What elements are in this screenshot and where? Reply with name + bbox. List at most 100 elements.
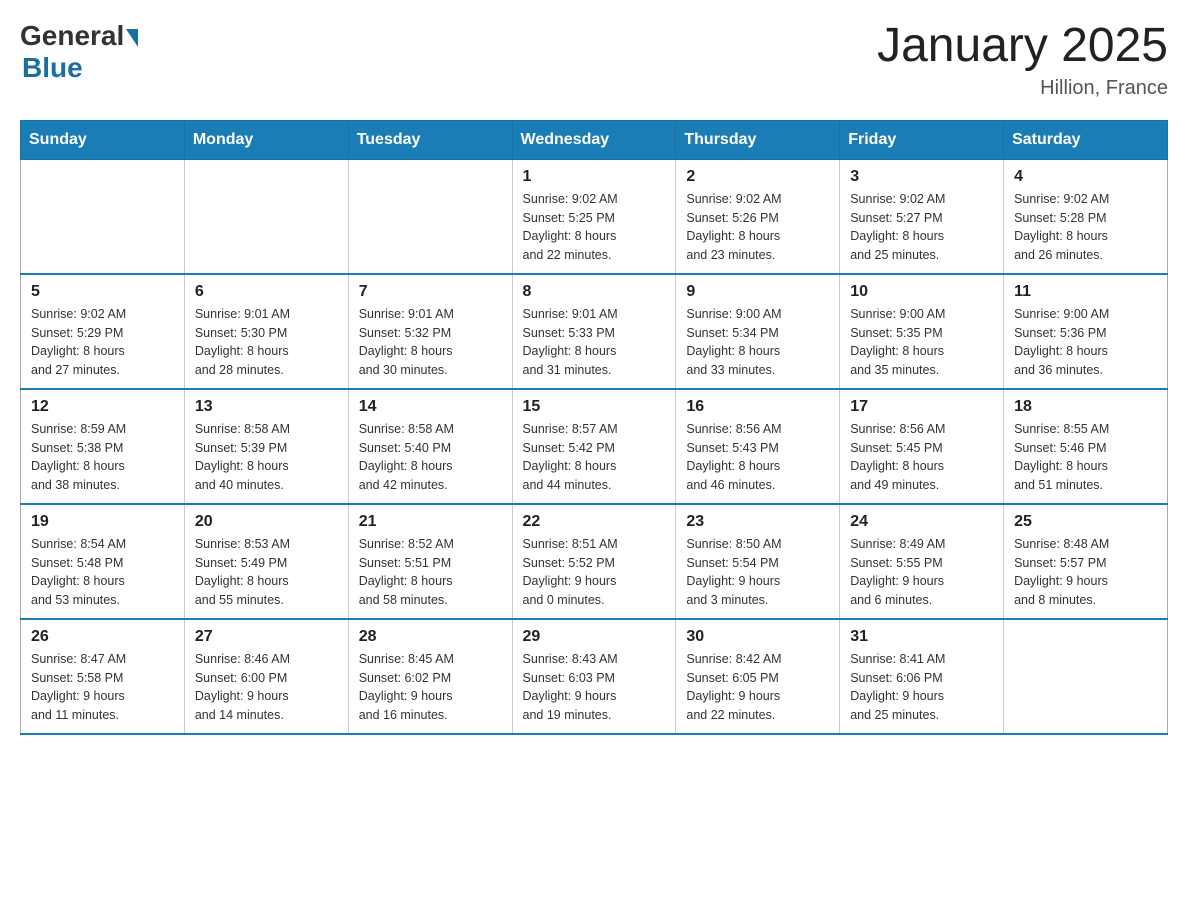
- calendar-cell: 22 Sunrise: 8:51 AMSunset: 5:52 PMDayligh…: [512, 504, 676, 619]
- calendar-cell: 28 Sunrise: 8:45 AMSunset: 6:02 PMDayligh…: [348, 619, 512, 734]
- day-number: 28: [359, 628, 502, 646]
- calendar-cell: [21, 159, 185, 274]
- header-tuesday: Tuesday: [348, 120, 512, 159]
- calendar-cell: 7Sunrise: 9:01 AMSunset: 5:32 PMDaylight…: [348, 274, 512, 389]
- day-number: 21: [359, 513, 502, 531]
- day-number: 15: [523, 398, 666, 416]
- calendar-week-row: 26Sunrise: 8:47 AMSunset: 5:58 PMDayligh…: [21, 619, 1168, 734]
- calendar-cell: 26Sunrise: 8:47 AMSunset: 5:58 PMDayligh…: [21, 619, 185, 734]
- day-info: Sunrise: 8:51 AMSunset: 5:52 PMDaylight:…: [523, 535, 666, 610]
- day-number: 6: [195, 283, 338, 301]
- calendar-cell: 27Sunrise: 8:46 AMSunset: 6:00 PMDayligh…: [184, 619, 348, 734]
- calendar-cell: 24 Sunrise: 8:49 AMSunset: 5:55 PMDayligh…: [840, 504, 1004, 619]
- calendar-cell: 3 Sunrise: 9:02 AMSunset: 5:27 PMDaylight…: [840, 159, 1004, 274]
- day-info: Sunrise: 8:52 AMSunset: 5:51 PMDaylight:…: [359, 535, 502, 610]
- calendar-cell: 2Sunrise: 9:02 AMSunset: 5:26 PMDaylight…: [676, 159, 840, 274]
- day-number: 29: [523, 628, 666, 646]
- calendar-cell: 14 Sunrise: 8:58 AMSunset: 5:40 PMDayligh…: [348, 389, 512, 504]
- header-thursday: Thursday: [676, 120, 840, 159]
- day-info: Sunrise: 8:50 AMSunset: 5:54 PMDaylight:…: [686, 535, 829, 610]
- day-info: Sunrise: 8:59 AMSunset: 5:38 PMDaylight:…: [31, 420, 174, 495]
- calendar-cell: [184, 159, 348, 274]
- day-number: 20: [195, 513, 338, 531]
- logo-blue-text: Blue: [22, 52, 83, 83]
- title-section: January 2025 Hillion, France: [877, 20, 1168, 100]
- calendar-cell: 18Sunrise: 8:55 AMSunset: 5:46 PMDayligh…: [1004, 389, 1168, 504]
- day-info: Sunrise: 9:02 AMSunset: 5:29 PMDaylight:…: [31, 305, 174, 380]
- calendar-cell: 4 Sunrise: 9:02 AMSunset: 5:28 PMDaylight…: [1004, 159, 1168, 274]
- calendar-cell: 30Sunrise: 8:42 AMSunset: 6:05 PMDayligh…: [676, 619, 840, 734]
- day-info: Sunrise: 8:56 AMSunset: 5:43 PMDaylight:…: [686, 420, 829, 495]
- calendar-cell: 21 Sunrise: 8:52 AMSunset: 5:51 PMDayligh…: [348, 504, 512, 619]
- header-monday: Monday: [184, 120, 348, 159]
- calendar-cell: [348, 159, 512, 274]
- calendar-week-row: 12Sunrise: 8:59 AMSunset: 5:38 PMDayligh…: [21, 389, 1168, 504]
- calendar-header-row: SundayMondayTuesdayWednesdayThursdayFrid…: [21, 120, 1168, 159]
- day-info: Sunrise: 9:00 AMSunset: 5:36 PMDaylight:…: [1014, 305, 1157, 380]
- calendar-cell: 31 Sunrise: 8:41 AMSunset: 6:06 PMDayligh…: [840, 619, 1004, 734]
- day-number: 17: [850, 398, 993, 416]
- day-number: 4: [1014, 168, 1157, 186]
- calendar-cell: 29 Sunrise: 8:43 AMSunset: 6:03 PMDayligh…: [512, 619, 676, 734]
- day-number: 9: [686, 283, 829, 301]
- day-info: Sunrise: 9:00 AMSunset: 5:35 PMDaylight:…: [850, 305, 993, 380]
- day-number: 31: [850, 628, 993, 646]
- day-number: 19: [31, 513, 174, 531]
- calendar-cell: 5 Sunrise: 9:02 AMSunset: 5:29 PMDaylight…: [21, 274, 185, 389]
- day-number: 8: [523, 283, 666, 301]
- calendar-title: January 2025: [877, 20, 1168, 73]
- day-info: Sunrise: 9:01 AMSunset: 5:32 PMDaylight:…: [359, 305, 502, 380]
- day-info: Sunrise: 9:02 AMSunset: 5:27 PMDaylight:…: [850, 190, 993, 265]
- day-number: 23: [686, 513, 829, 531]
- day-info: Sunrise: 8:58 AMSunset: 5:40 PMDaylight:…: [359, 420, 502, 495]
- day-number: 11: [1014, 283, 1157, 301]
- logo-general-text: General: [20, 20, 124, 52]
- calendar-cell: 19 Sunrise: 8:54 AMSunset: 5:48 PMDayligh…: [21, 504, 185, 619]
- day-info: Sunrise: 8:45 AMSunset: 6:02 PMDaylight:…: [359, 650, 502, 725]
- calendar-week-row: 19 Sunrise: 8:54 AMSunset: 5:48 PMDayligh…: [21, 504, 1168, 619]
- calendar-cell: 15 Sunrise: 8:57 AMSunset: 5:42 PMDayligh…: [512, 389, 676, 504]
- calendar-cell: 17 Sunrise: 8:56 AMSunset: 5:45 PMDayligh…: [840, 389, 1004, 504]
- day-number: 22: [523, 513, 666, 531]
- calendar-cell: 20Sunrise: 8:53 AMSunset: 5:49 PMDayligh…: [184, 504, 348, 619]
- calendar-cell: 8 Sunrise: 9:01 AMSunset: 5:33 PMDaylight…: [512, 274, 676, 389]
- day-info: Sunrise: 9:02 AMSunset: 5:28 PMDaylight:…: [1014, 190, 1157, 265]
- calendar-subtitle: Hillion, France: [877, 77, 1168, 100]
- day-number: 3: [850, 168, 993, 186]
- day-info: Sunrise: 9:02 AMSunset: 5:25 PMDaylight:…: [523, 190, 666, 265]
- day-info: Sunrise: 9:00 AMSunset: 5:34 PMDaylight:…: [686, 305, 829, 380]
- calendar-cell: 6 Sunrise: 9:01 AMSunset: 5:30 PMDaylight…: [184, 274, 348, 389]
- day-number: 5: [31, 283, 174, 301]
- calendar-cell: 13 Sunrise: 8:58 AMSunset: 5:39 PMDayligh…: [184, 389, 348, 504]
- day-info: Sunrise: 8:58 AMSunset: 5:39 PMDaylight:…: [195, 420, 338, 495]
- calendar-cell: 9 Sunrise: 9:00 AMSunset: 5:34 PMDaylight…: [676, 274, 840, 389]
- calendar-cell: 1Sunrise: 9:02 AMSunset: 5:25 PMDaylight…: [512, 159, 676, 274]
- day-info: Sunrise: 8:41 AMSunset: 6:06 PMDaylight:…: [850, 650, 993, 725]
- day-info: Sunrise: 8:49 AMSunset: 5:55 PMDaylight:…: [850, 535, 993, 610]
- header-sunday: Sunday: [21, 120, 185, 159]
- day-info: Sunrise: 8:54 AMSunset: 5:48 PMDaylight:…: [31, 535, 174, 610]
- calendar-cell: [1004, 619, 1168, 734]
- calendar-cell: 11 Sunrise: 9:00 AMSunset: 5:36 PMDayligh…: [1004, 274, 1168, 389]
- day-number: 14: [359, 398, 502, 416]
- day-info: Sunrise: 8:46 AMSunset: 6:00 PMDaylight:…: [195, 650, 338, 725]
- calendar-cell: 16 Sunrise: 8:56 AMSunset: 5:43 PMDayligh…: [676, 389, 840, 504]
- calendar-cell: 23 Sunrise: 8:50 AMSunset: 5:54 PMDayligh…: [676, 504, 840, 619]
- day-info: Sunrise: 9:01 AMSunset: 5:30 PMDaylight:…: [195, 305, 338, 380]
- day-number: 13: [195, 398, 338, 416]
- day-number: 25: [1014, 513, 1157, 531]
- day-info: Sunrise: 8:57 AMSunset: 5:42 PMDaylight:…: [523, 420, 666, 495]
- day-number: 18: [1014, 398, 1157, 416]
- day-info: Sunrise: 9:01 AMSunset: 5:33 PMDaylight:…: [523, 305, 666, 380]
- day-info: Sunrise: 8:43 AMSunset: 6:03 PMDaylight:…: [523, 650, 666, 725]
- day-info: Sunrise: 8:56 AMSunset: 5:45 PMDaylight:…: [850, 420, 993, 495]
- day-info: Sunrise: 8:48 AMSunset: 5:57 PMDaylight:…: [1014, 535, 1157, 610]
- day-number: 16: [686, 398, 829, 416]
- logo: General Blue: [20, 20, 140, 84]
- day-number: 2: [686, 168, 829, 186]
- day-number: 26: [31, 628, 174, 646]
- day-number: 24: [850, 513, 993, 531]
- logo-triangle-icon: [126, 29, 138, 47]
- calendar-header: SundayMondayTuesdayWednesdayThursdayFrid…: [21, 120, 1168, 159]
- day-number: 10: [850, 283, 993, 301]
